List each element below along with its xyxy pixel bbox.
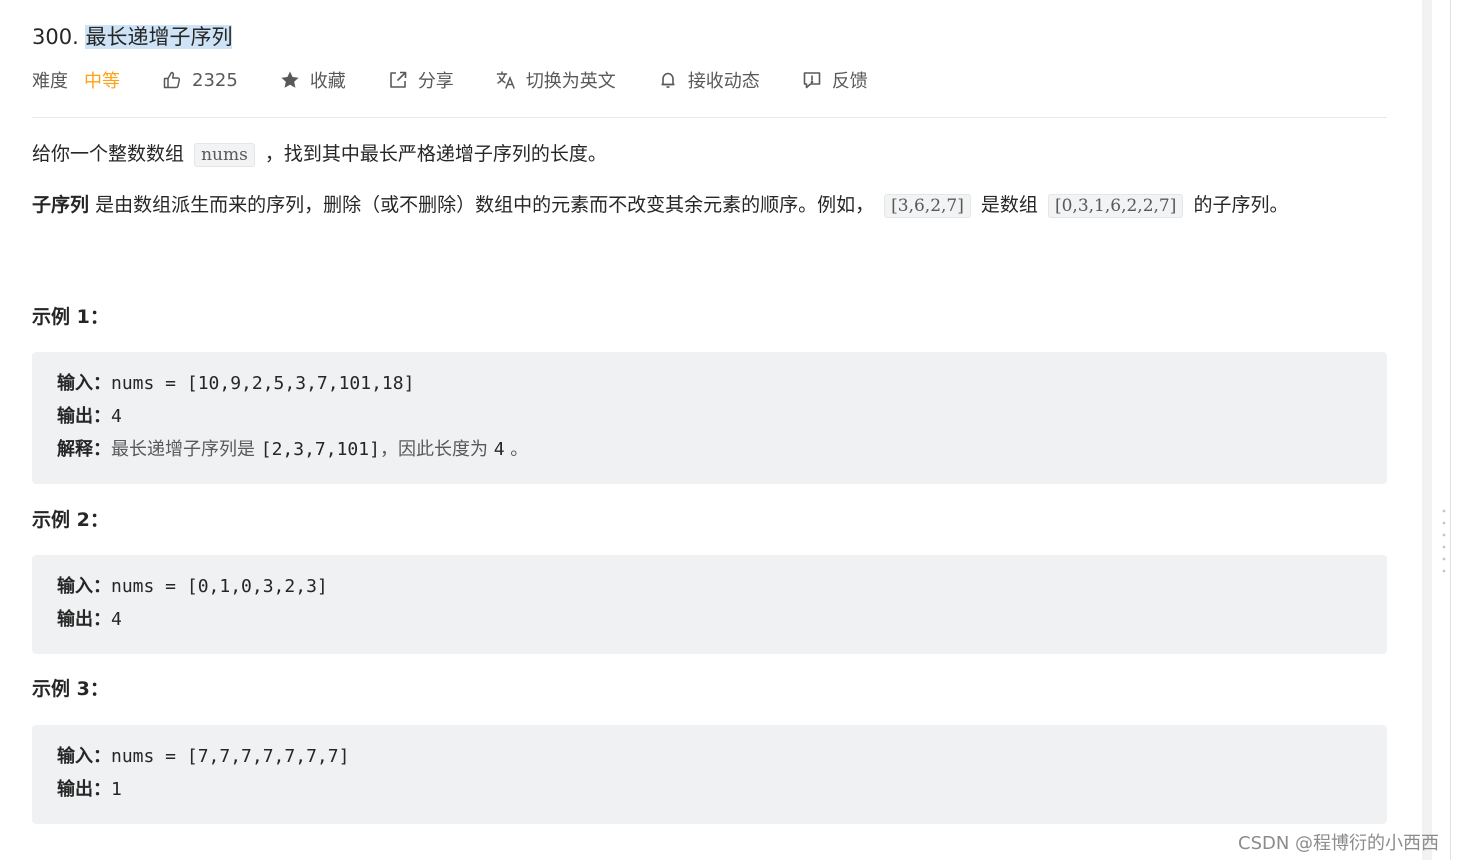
example-explanation: 解释：最长递增子序列是 [2,3,7,101]，因此长度为 4 。 [57,435,1387,468]
feedback-button[interactable]: 反馈 [802,67,868,93]
difficulty: 难度 中等 [32,67,120,93]
share-button[interactable]: 分享 [388,67,454,93]
difficulty-label: 难度 [32,71,68,92]
example-output: 输出：1 [57,775,1387,808]
example-output: 输出：4 [57,402,1387,435]
description-paragraph-1: 给你一个整数数组 nums ，找到其中最长严格递增子序列的长度。 [32,139,1387,170]
input-value: nums = [0,1,0,3,2,3] [111,576,328,597]
description-text: 的子序列。 [1193,194,1289,216]
example-2-title: 示例 2： [32,509,109,531]
favorite-label: 收藏 [309,71,346,92]
output-value: 4 [111,406,122,427]
bell-icon [661,72,675,88]
like-count: 2325 [192,69,238,91]
problem-title: 最长递增子序列 [85,25,233,49]
inline-code: [3,6,2,7] [884,194,971,218]
example-3-title: 示例 3： [32,678,109,700]
panel-divider [1450,0,1451,860]
input-value: nums = [10,9,2,5,3,7,101,18] [111,373,415,394]
example-2-block: 输入：nums = [0,1,0,3,2,3] 输出：4 [32,555,1387,654]
example-output: 输出：4 [57,605,1387,638]
description-text: ，找到其中最长严格递增子序列的长度。 [264,143,607,165]
favorite-button[interactable]: 收藏 [280,67,346,93]
input-key: 输入： [57,576,111,597]
switch-language-button[interactable]: 切换为英文 [496,67,616,93]
term-subsequence: 子序列 [32,194,90,216]
star-icon [281,71,299,88]
problem-page: { "problem": { "number": "300.", "title"… [0,0,1464,860]
output-key: 输出： [57,406,111,427]
subscribe-button[interactable]: 接收动态 [658,67,760,93]
like-button[interactable]: 2325 [162,70,238,91]
subscribe-label: 接收动态 [687,71,760,92]
explain-text: ，因此长度为 [379,439,494,460]
page-title: 300. 最长递增子序列 [32,22,233,52]
output-key: 输出： [57,609,111,630]
explain-text: 。 [504,439,529,460]
thumb-up-icon [163,71,181,89]
example-input: 输入：nums = [7,7,7,7,7,7,7] [57,742,1387,775]
explain-text: 最长递增子序列是 [111,439,261,460]
example-1-block: 输入：nums = [10,9,2,5,3,7,101,18] 输出：4 解释：… [32,352,1387,484]
output-key: 输出： [57,779,111,800]
example-input: 输入：nums = [10,9,2,5,3,7,101,18] [57,369,1387,402]
input-value: nums = [7,7,7,7,7,7,7] [111,746,350,767]
explain-code: 4 [493,439,505,460]
output-value: 4 [111,609,122,630]
description-text: 给你一个整数数组 [32,143,185,165]
description-paragraph-2: 子序列 是由数组派生而来的序列，删除（或不删除）数组中的元素而不改变其余元素的顺… [32,190,1387,221]
share-label: 分享 [417,71,454,92]
translate-icon [496,71,515,89]
example-1-title: 示例 1： [32,306,109,328]
explain-key: 解释： [57,439,111,460]
description-text: 是由数组派生而来的序列，删除（或不删除）数组中的元素而不改变其余元素的顺序。例如… [95,194,875,216]
problem-number: 300. [32,25,79,49]
resize-handle[interactable] [1440,505,1448,577]
header-divider [32,117,1387,118]
feedback-label: 反馈 [831,71,868,92]
problem-meta-bar: 难度 中等 2325 收藏 分享 切换为英文 接收动态 反馈 [32,66,910,94]
switch-language-label: 切换为英文 [525,71,616,92]
input-key: 输入： [57,373,111,394]
example-input: 输入：nums = [0,1,0,3,2,3] [57,572,1387,605]
example-3-block: 输入：nums = [7,7,7,7,7,7,7] 输出：1 [32,725,1387,824]
input-key: 输入： [57,746,111,767]
output-value: 1 [111,779,122,800]
inline-code: nums [194,143,255,167]
difficulty-value: 中等 [84,71,120,92]
inline-code: [0,3,1,6,2,2,7] [1047,194,1184,218]
feedback-icon [803,72,821,89]
explain-code: [2,3,7,101] [260,439,380,460]
csdn-watermark: CSDN @程博衍的小西西 [1238,833,1440,854]
description-text: 是数组 [980,194,1038,216]
share-icon [390,71,407,88]
vertical-scrollbar[interactable] [1422,0,1432,860]
